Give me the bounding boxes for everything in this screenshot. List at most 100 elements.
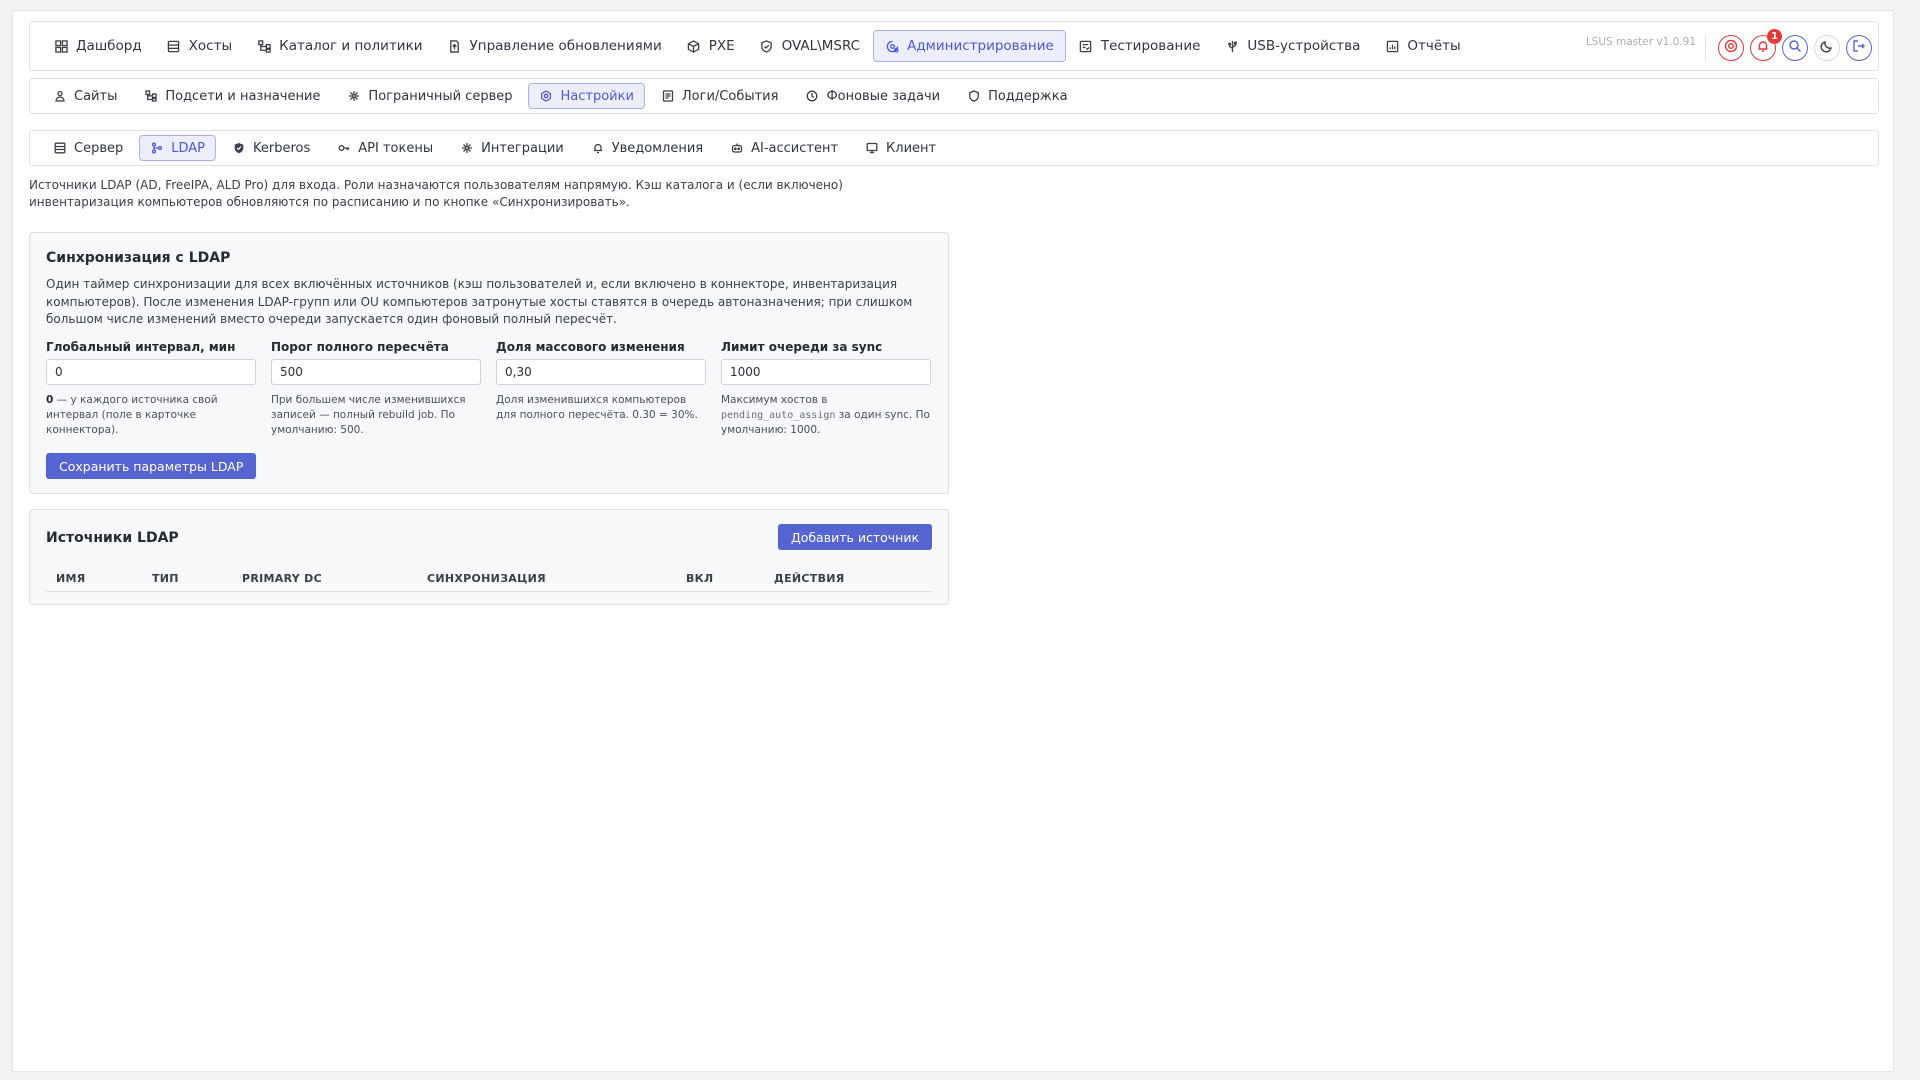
add-source-button[interactable]: Добавить источник (777, 524, 932, 550)
queue-limit-input[interactable] (721, 359, 931, 385)
queue-limit-field: Лимит очереди за sync Максимум хостов в … (721, 340, 931, 438)
tab-label: Логи/События (681, 88, 779, 104)
search-icon (1788, 39, 1802, 57)
tab-api-tokens[interactable]: API токены (326, 135, 444, 161)
tab-integrations[interactable]: Интеграции (449, 135, 575, 161)
tab-edge-server[interactable]: Пограничный сервер (336, 83, 523, 109)
tab-background-jobs[interactable]: Фоновые задачи (794, 83, 951, 109)
integrations-icon (460, 141, 474, 155)
nav-updates[interactable]: Управление обновлениями (436, 30, 674, 62)
nav-label: PXE (708, 38, 735, 54)
robot-icon (730, 141, 744, 155)
tab-label: Поддержка (988, 88, 1068, 104)
full-rebuild-threshold-input[interactable] (271, 359, 481, 385)
search-button[interactable] (1782, 35, 1808, 61)
nav-divider (1705, 34, 1706, 62)
nav-dashboard[interactable]: Дашборд (42, 30, 154, 62)
column-header-primary-dc: PRIMARY DC (242, 572, 322, 585)
tab-ldap[interactable]: LDAP (139, 135, 217, 161)
nav-label: OVAL\MSRC (781, 38, 861, 54)
nav-reports[interactable]: Отчёты (1373, 30, 1472, 62)
global-interval-input[interactable] (46, 359, 256, 385)
full-rebuild-threshold-field: Порог полного пересчёта При большем числ… (271, 340, 481, 438)
help-text: — у каждого источника свой интервал (пол… (46, 394, 218, 436)
lifebuoy-icon (1724, 39, 1738, 57)
mass-change-fraction-input[interactable] (496, 359, 706, 385)
column-header-sync: СИНХРОНИЗАЦИЯ (427, 572, 546, 585)
field-label: Лимит очереди за sync (721, 340, 883, 354)
tab-server[interactable]: Сервер (42, 135, 134, 161)
field-label: Порог полного пересчёта (271, 340, 449, 354)
app-version: LSUS master v1.0.91 (1585, 36, 1696, 48)
tab-label: Клиент (886, 140, 937, 156)
nav-pxe[interactable]: PXE (675, 30, 747, 62)
column-header-name: ИМЯ (56, 572, 86, 585)
tab-label: AI-ассистент (751, 140, 839, 156)
support-button[interactable] (1718, 35, 1744, 61)
ldap-sources-card: Источники LDAP Добавить источник ИМЯ ТИП… (29, 509, 949, 605)
tab-label: Сервер (74, 140, 124, 156)
field-help: Максимум хостов в pending_auto_assign за… (721, 393, 931, 438)
nav-label: Администрирование (907, 38, 1054, 54)
nav-label: Каталог и политики (279, 38, 423, 54)
column-header-type: ТИП (152, 572, 179, 585)
ldap-intro-text: Источники LDAP (AD, FreeIPA, ALD Pro) дл… (29, 178, 843, 209)
card-description: Один таймер синхронизации для всех включ… (46, 277, 913, 326)
nav-admin[interactable]: Администрирование (873, 30, 1066, 62)
mass-change-fraction-field: Доля массового изменения Доля изменивших… (496, 340, 706, 423)
tab-label: Подсети и назначение (165, 88, 321, 104)
nav-usb[interactable]: USB-устройства (1213, 30, 1372, 62)
nav-label: Дашборд (76, 38, 142, 54)
server-icon (167, 39, 181, 53)
tree-icon (257, 39, 271, 53)
tab-label: Kerberos (253, 140, 311, 156)
nav-label: Управление обновлениями (469, 38, 662, 54)
tab-label: Сайты (74, 88, 118, 104)
field-label: Глобальный интервал, мин (46, 340, 236, 354)
nav-label: Тестирование (1100, 38, 1201, 54)
tab-subnets[interactable]: Подсети и назначение (133, 83, 331, 109)
ldap-icon (150, 141, 164, 155)
nav-hosts[interactable]: Хосты (155, 30, 244, 62)
nav-label: Хосты (188, 38, 233, 54)
tab-client[interactable]: Клиент (854, 135, 947, 161)
tab-settings[interactable]: Настройки (528, 83, 645, 109)
logout-icon (1852, 39, 1866, 57)
column-header-enabled: ВКЛ (686, 572, 714, 585)
bell-icon (1756, 39, 1770, 57)
field-help: При большем числе изменившихся записей —… (271, 394, 466, 436)
tab-ai-assistant[interactable]: AI-ассистент (719, 135, 849, 161)
moon-icon (1820, 39, 1834, 57)
client-icon (865, 141, 879, 155)
admin-tabs: Сайты Подсети и назначение Пограничный с… (29, 78, 1879, 114)
server-icon (53, 141, 67, 155)
tab-logs[interactable]: Логи/События (650, 83, 790, 109)
nav-oval[interactable]: OVAL\MSRC (748, 30, 872, 62)
card-title: Источники LDAP (46, 530, 179, 546)
ldap-sync-card: Синхронизация с LDAP Один таймер синхрон… (29, 232, 949, 494)
save-ldap-settings-button[interactable]: Сохранить параметры LDAP (46, 453, 257, 479)
nav-label: Отчёты (1407, 38, 1461, 54)
tab-notifications[interactable]: Уведомления (580, 135, 714, 161)
tab-support[interactable]: Поддержка (956, 83, 1079, 109)
nav-label: USB-устройства (1247, 38, 1361, 54)
tab-label: Настройки (560, 88, 634, 104)
theme-toggle-button[interactable] (1814, 35, 1840, 61)
notifications-button[interactable]: 1 (1750, 29, 1782, 61)
usb-icon (1225, 39, 1239, 53)
nav-testing[interactable]: Тестирование (1067, 30, 1213, 62)
box-icon (687, 39, 701, 53)
support-icon (967, 89, 981, 103)
file-update-icon (448, 39, 462, 53)
notifications-badge: 1 (1767, 29, 1782, 44)
logs-icon (661, 89, 675, 103)
key-icon (337, 141, 351, 155)
tab-kerberos[interactable]: Kerberos (221, 135, 321, 161)
help-text: Максимум хостов в (721, 394, 828, 406)
logout-button[interactable] (1846, 35, 1872, 61)
bell-icon (591, 141, 605, 155)
column-header-actions: ДЕЙСТВИЯ (774, 572, 845, 585)
nav-catalog[interactable]: Каталог и политики (245, 30, 434, 62)
tab-sites[interactable]: Сайты (42, 83, 128, 109)
card-title: Синхронизация с LDAP (46, 250, 231, 266)
